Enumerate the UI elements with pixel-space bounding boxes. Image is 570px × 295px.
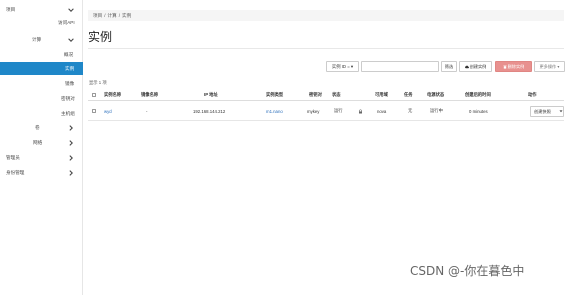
filter-button-label: 筛选 <box>444 63 454 69</box>
lock-icon[interactable] <box>358 102 363 120</box>
sidebar-item-label: 镜像 <box>65 80 75 86</box>
sidebar-item-volumes[interactable]: 卷 <box>0 121 83 134</box>
status: 运行 <box>334 108 343 113</box>
sidebar-item-label: 主机组 <box>61 110 75 116</box>
age: 0 minutes <box>469 108 488 114</box>
sidebar-item-overview[interactable]: 概况 <box>0 48 83 61</box>
ip-address: 192.168.144.212 <box>193 108 226 114</box>
create-snapshot-label: 创建快照 <box>534 108 551 114</box>
chevron-right-icon <box>66 153 75 162</box>
item-count: 显示 1 项 <box>89 80 107 85</box>
cloud-upload-icon <box>464 65 469 69</box>
breadcrumb-item-compute[interactable]: 计算 <box>107 13 116 19</box>
column-header[interactable]: 任务 <box>404 89 413 100</box>
column-header[interactable]: 实例类型 <box>266 89 283 100</box>
checkbox-box <box>92 92 96 97</box>
column-header[interactable]: 状态 <box>332 89 341 100</box>
sidebar-item-label: 项目 <box>6 6 16 12</box>
sidebar-item-api-access[interactable]: 访问API <box>0 16 83 29</box>
image-name: - <box>146 108 148 114</box>
column-header[interactable]: IP 地址 <box>204 89 218 100</box>
breadcrumb-separator: / <box>118 13 120 18</box>
column-header[interactable]: 实例名称 <box>104 89 121 100</box>
sidebar-item-label: 卷 <box>35 124 40 130</box>
sidebar-item-label: 管理员 <box>6 154 20 160</box>
filter-input[interactable] <box>361 61 439 72</box>
breadcrumb-item-project[interactable]: 项目 <box>93 13 102 19</box>
sidebar-item-server-groups[interactable]: 主机组 <box>0 107 83 120</box>
table-header: 实例名称 镜像名称 IP 地址 实例类型 密钥对 状态 可用域 任务 电源状态 … <box>88 89 564 101</box>
keypair: mykey <box>307 108 320 114</box>
page-title: 实例 <box>88 30 113 44</box>
power-state: 运行中 <box>430 108 443 113</box>
breadcrumb: 项目 / 计算 / 实例 <box>88 10 564 21</box>
sidebar-item-label: 访问API <box>58 19 75 25</box>
sidebar: 项目 访问API 计算 概况 实例 镜像 密钥对 主机组 卷 网络 管理员 身份… <box>0 0 83 295</box>
delete-instances-button[interactable]: 删除实例 <box>495 61 532 72</box>
chevron-down-icon <box>66 35 75 44</box>
sidebar-item-label: 密钥对 <box>61 95 75 101</box>
column-header: 动作 <box>528 91 537 97</box>
sidebar-item-label: 实例 <box>65 65 75 71</box>
main-content: 项目 / 计算 / 实例 实例 实例 ID = ▾ 筛选 创建实例 删除实例 更… <box>83 0 570 295</box>
sidebar-item-label: 身份管理 <box>6 169 25 175</box>
more-actions-label: 更多操作 ▾ <box>539 63 560 69</box>
chevron-down-icon[interactable] <box>557 106 564 117</box>
sidebar-item-images[interactable]: 镜像 <box>0 77 83 90</box>
column-header[interactable]: 创建后的时间 <box>465 89 491 100</box>
column-header[interactable]: 镜像名称 <box>141 89 158 100</box>
delete-instances-label: 删除实例 <box>507 63 525 69</box>
breadcrumb-item-instances: 实例 <box>121 12 132 18</box>
breadcrumb-separator: / <box>104 13 106 18</box>
column-header[interactable]: 密钥对 <box>309 89 322 100</box>
sidebar-item-project[interactable]: 项目 <box>0 3 83 16</box>
chevron-right-icon <box>66 123 75 132</box>
select-all-checkbox[interactable] <box>92 89 96 100</box>
chevron-down-icon <box>66 5 75 14</box>
sidebar-item-label: 概况 <box>64 51 74 57</box>
more-actions-button[interactable]: 更多操作 ▾ <box>534 61 565 72</box>
sidebar-item-compute[interactable]: 计算 <box>0 33 83 46</box>
task: 无 <box>408 108 413 113</box>
column-header[interactable]: 可用域 <box>375 89 388 100</box>
sidebar-item-keypairs[interactable]: 密钥对 <box>0 92 83 105</box>
instance-name-link[interactable]: wyd <box>104 102 112 120</box>
sidebar-item-admin[interactable]: 管理员 <box>0 151 83 164</box>
sidebar-item-identity[interactable]: 身份管理 <box>0 166 83 179</box>
watermark: CSDN @-你在暮色中 <box>410 264 525 278</box>
create-instance-label: 创建实例 <box>469 63 487 69</box>
divider <box>88 48 564 49</box>
flavor-link[interactable]: m1.nano <box>266 102 283 120</box>
sidebar-item-network[interactable]: 网络 <box>0 136 83 149</box>
sidebar-item-instances[interactable]: 实例 <box>0 62 83 75</box>
column-header[interactable]: 电源状态 <box>427 89 444 100</box>
row-checkbox[interactable] <box>92 102 96 120</box>
chevron-right-icon <box>66 168 75 177</box>
sidebar-item-label: 计算 <box>32 36 42 42</box>
availability-zone: nova <box>377 108 387 114</box>
create-instance-button[interactable]: 创建实例 <box>459 61 492 72</box>
table-row: wyd - 192.168.144.212 m1.nano mykey 运行 n… <box>88 102 564 121</box>
sidebar-item-label: 网络 <box>33 139 43 145</box>
checkbox-box <box>92 109 96 113</box>
chevron-right-icon <box>66 138 75 147</box>
filter-button[interactable]: 筛选 <box>441 61 457 72</box>
trash-icon <box>503 65 507 69</box>
filter-field-select[interactable]: 实例 ID = ▾ <box>326 61 359 72</box>
